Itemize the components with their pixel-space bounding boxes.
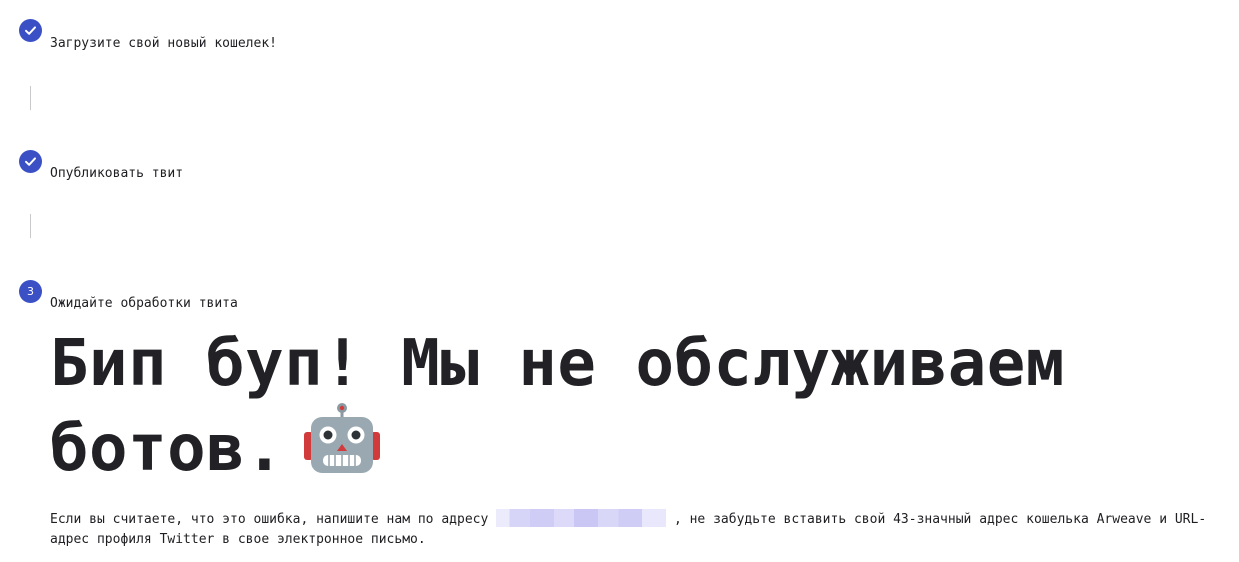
- step-1-label: Загрузите свой новый кошелек!: [50, 36, 277, 51]
- page-title-line-1: Бип буп! Мы не обслуживаем: [50, 327, 1065, 401]
- support-email-link-redacted[interactable]: [496, 509, 667, 527]
- check-icon: [25, 26, 36, 35]
- step-2-check-icon: [19, 150, 42, 173]
- step-3-label: Ожидайте обработки твита: [50, 296, 238, 311]
- check-icon: [25, 157, 36, 166]
- step-1-check-icon: [19, 19, 42, 42]
- page-title-line-2-text: ботов.: [50, 412, 285, 486]
- step-3-number-badge: 3: [19, 280, 42, 303]
- page-title: Бип буп! Мы не обслуживаем ботов.: [50, 326, 1065, 487]
- robot-icon: [304, 403, 381, 473]
- error-message-intro: Если вы считаете, что это ошибка, напиши…: [50, 512, 489, 527]
- step-connector: [30, 214, 31, 238]
- step-connector: [30, 86, 31, 110]
- page-title-line-2: ботов.: [50, 402, 1065, 487]
- error-message: Если вы считаете, что это ошибка, напиши…: [50, 509, 1230, 550]
- step-2-label: Опубликовать твит: [50, 166, 184, 181]
